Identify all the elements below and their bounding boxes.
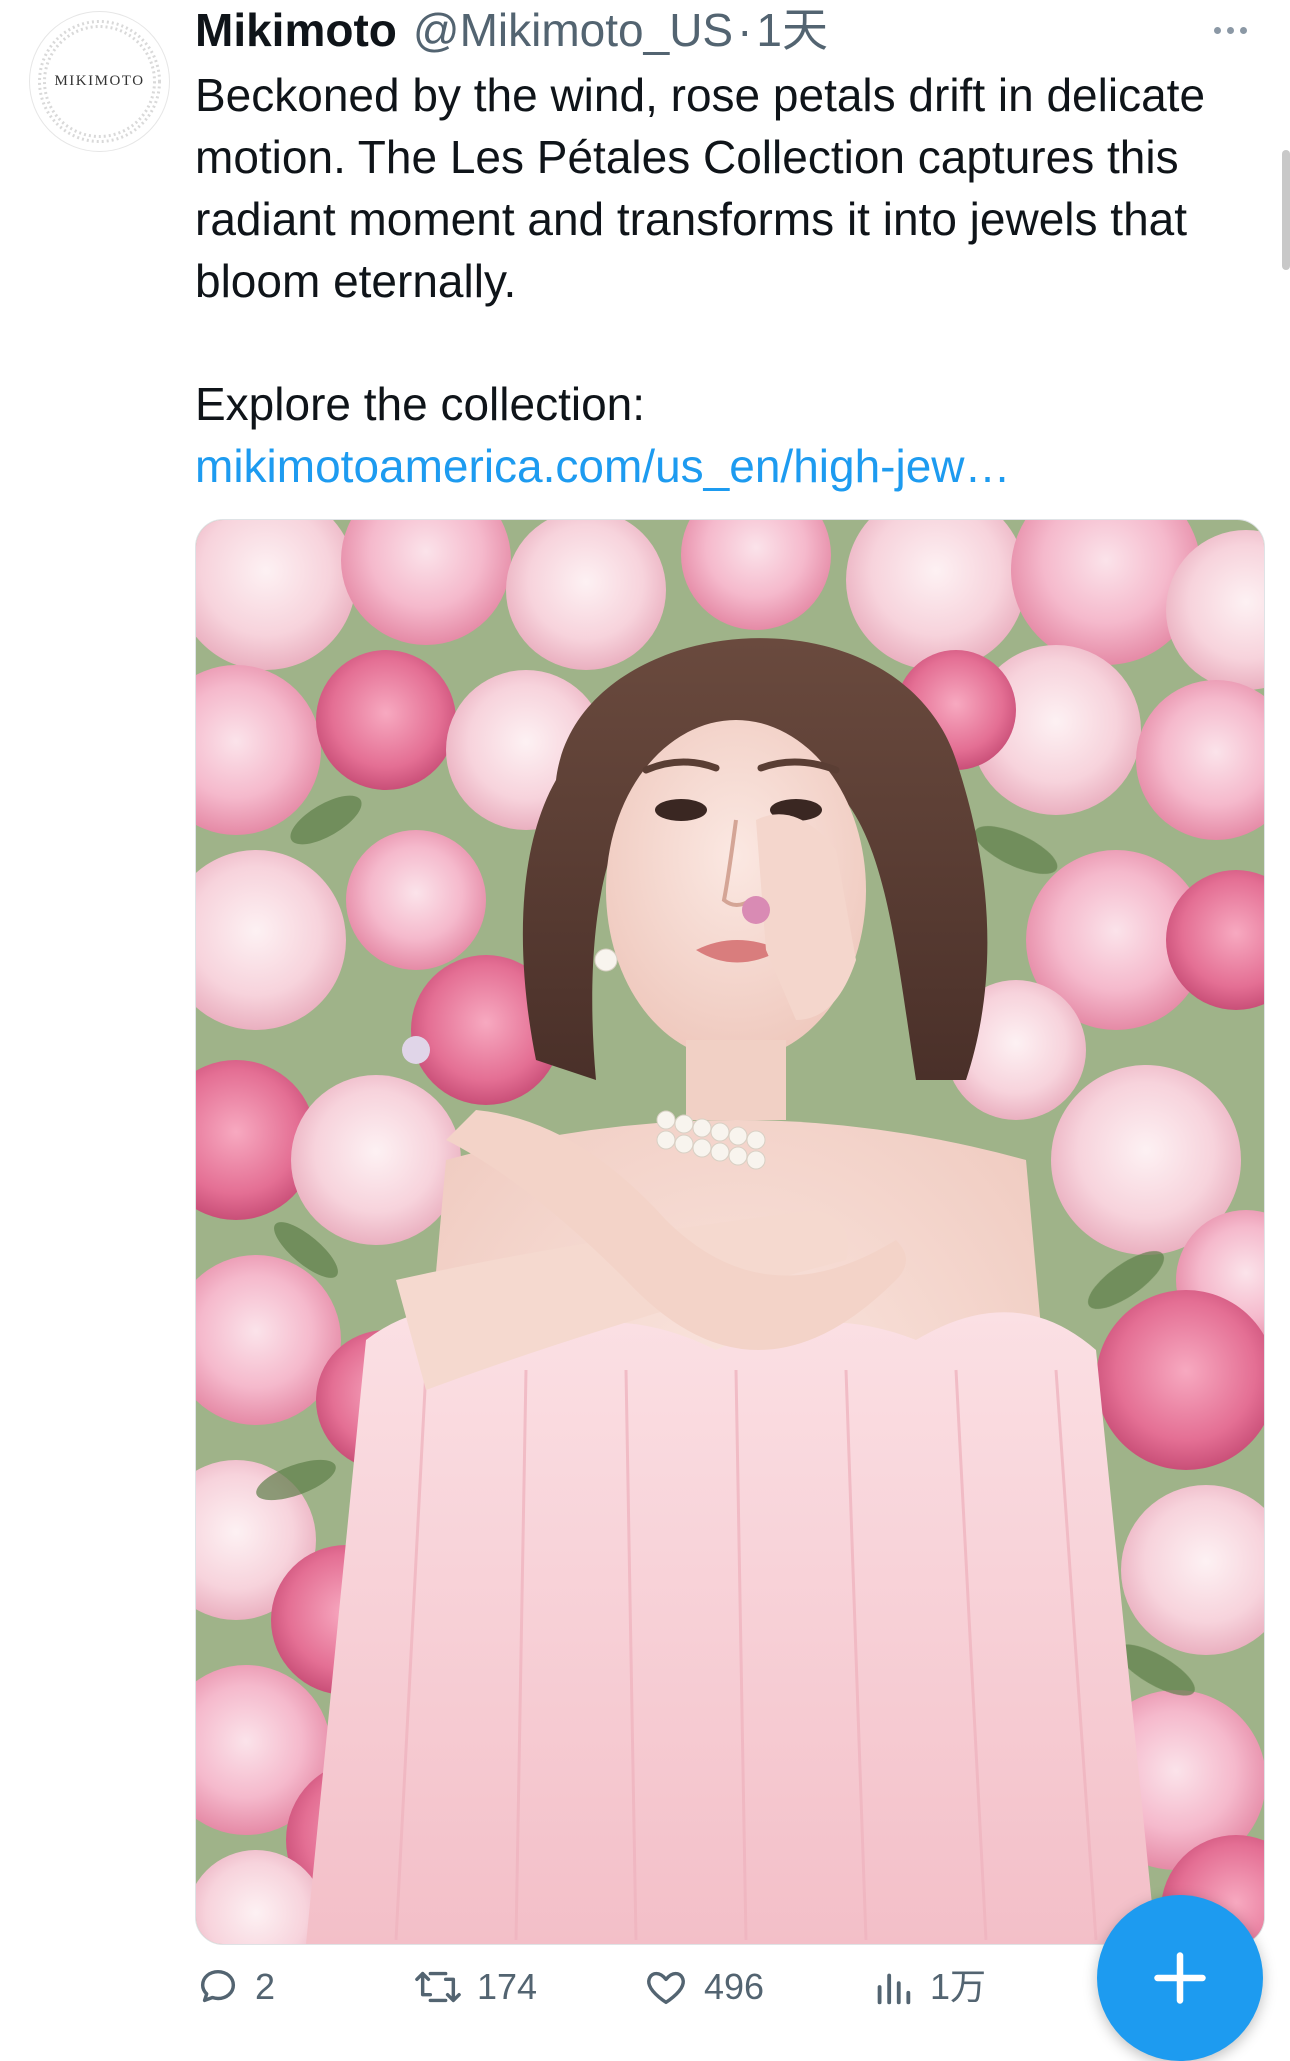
- views-count: 1万: [930, 1966, 987, 2007]
- separator-dot: ·: [737, 4, 753, 56]
- avatar-logo-text: MIKIMOTO: [54, 73, 145, 89]
- retweet-icon: [415, 1971, 461, 2002]
- collection-link[interactable]: mikimotoamerica.com/us_en/high-jew…: [195, 435, 1011, 497]
- like-button[interactable]: 496: [642, 1962, 764, 2011]
- heart-icon: [647, 1971, 685, 2004]
- views-button[interactable]: 1万: [870, 1962, 986, 2011]
- tweet-timestamp[interactable]: 1天: [756, 0, 828, 60]
- reply-button[interactable]: 2: [195, 1962, 275, 2011]
- views-bar-chart-icon: [877, 1973, 911, 2004]
- more-options-button[interactable]: [1200, 10, 1260, 50]
- tweet-media-photo[interactable]: [195, 519, 1265, 1945]
- tweet-header: Mikimoto @Mikimoto_US · 1天: [195, 0, 828, 60]
- author-avatar[interactable]: MIKIMOTO: [29, 11, 170, 152]
- retweet-button[interactable]: 174: [413, 1962, 537, 2011]
- reply-count: 2: [255, 1966, 276, 2007]
- author-handle[interactable]: @Mikimoto_US: [413, 0, 733, 60]
- tweet-explore-text: Explore the collection:: [195, 378, 646, 430]
- plus-icon: [1154, 1952, 1206, 2004]
- retweet-count: 174: [477, 1966, 538, 2007]
- scrollbar-thumb[interactable]: [1282, 150, 1290, 270]
- more-dots-icon: [1213, 26, 1221, 34]
- photo-illustration: [196, 520, 1264, 1944]
- compose-tweet-button[interactable]: [1097, 1895, 1263, 2061]
- reply-bubble-icon: [200, 1969, 236, 2002]
- like-count: 496: [704, 1966, 765, 2007]
- author-display-name[interactable]: Mikimoto: [195, 0, 397, 60]
- tweet-text: Beckoned by the wind, rose petals drift …: [195, 69, 1218, 307]
- tweet-action-bar: 2 174 496 1万: [195, 1962, 1195, 2011]
